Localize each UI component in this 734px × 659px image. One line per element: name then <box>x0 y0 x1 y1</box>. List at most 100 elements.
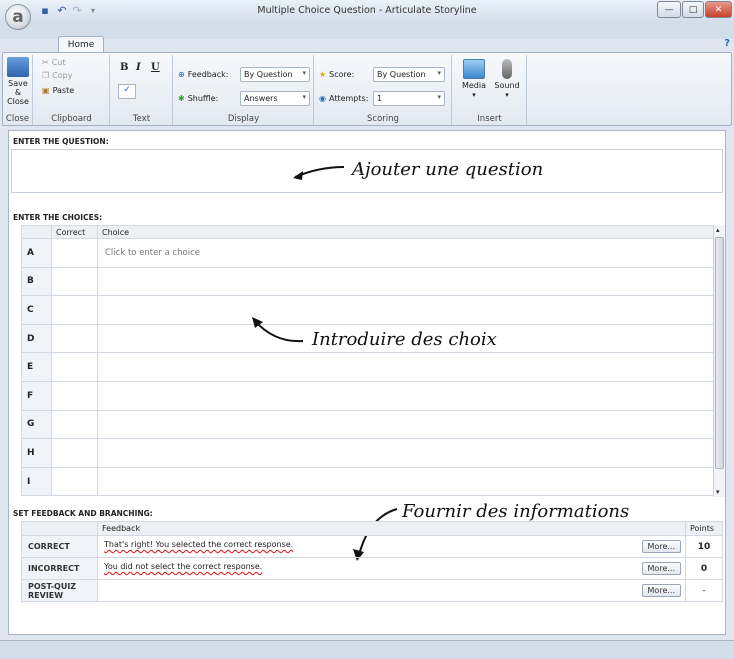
more-button[interactable]: More... <box>641 562 681 575</box>
sound-label: Sound <box>494 81 520 90</box>
status-bar <box>0 640 734 659</box>
score-value: By Question <box>377 70 426 79</box>
points-column-header: Points <box>685 521 723 536</box>
correct-checkbox[interactable] <box>51 295 98 325</box>
chevron-down-icon: ▾ <box>302 69 306 77</box>
feedback-text: You did not select the correct response. <box>104 562 263 571</box>
annotation-question: Ajouter une question <box>352 159 544 180</box>
feedback-input[interactable]: That's right! You selected the correct r… <box>97 535 686 558</box>
bold-button[interactable]: B <box>120 62 128 73</box>
clipboard-group: ✂ Cut ❐ Copy ▣ Paste Clipboard <box>34 55 110 125</box>
choice-letter: I <box>21 466 52 497</box>
choice-column-header: Choice <box>97 225 715 239</box>
feedback-row-label: POST-QUIZ REVIEW <box>21 579 98 602</box>
tab-home[interactable]: Home <box>58 36 104 53</box>
choices-scrollbar[interactable]: ▴ ▾ <box>713 225 725 497</box>
shuffle-dropdown[interactable]: Answers ▾ <box>240 91 310 106</box>
cut-button[interactable]: ✂ Cut <box>42 58 66 67</box>
copy-label: Copy <box>52 71 73 80</box>
feedback-label-row: ⊕ Feedback: <box>178 70 229 79</box>
save-close-label: Save & Close <box>7 79 29 106</box>
points-input[interactable]: - <box>685 579 723 602</box>
correct-checkbox[interactable] <box>51 352 98 382</box>
correct-checkbox[interactable] <box>51 438 98 468</box>
choice-row: A Click to enter a choice <box>21 238 715 268</box>
score-label-row: ★ Score: <box>319 70 354 79</box>
display-group: ⊕ Feedback: By Question ▾ ✱ Shuffle: Answer… <box>174 55 314 125</box>
choice-input[interactable] <box>97 266 715 297</box>
chevron-down-icon: ▾ <box>302 93 306 101</box>
question-section-label: ENTER THE QUESTION: <box>13 137 109 146</box>
maximize-button[interactable]: □ <box>682 1 704 18</box>
correct-checkbox[interactable] <box>51 409 98 440</box>
score-dropdown[interactable]: By Question ▾ <box>373 67 445 82</box>
close-window-button[interactable]: ✕ <box>705 1 732 18</box>
media-button[interactable]: Media ▾ <box>457 59 491 100</box>
chevron-down-icon: ▾ <box>437 69 441 77</box>
more-button[interactable]: More... <box>641 584 681 597</box>
choice-row: H <box>21 438 715 468</box>
choice-row: E <box>21 352 715 382</box>
spellcheck-icon[interactable]: ✓ <box>118 84 136 99</box>
minimize-button[interactable]: — <box>657 1 681 18</box>
feedback-input[interactable]: You did not select the correct response.… <box>97 557 686 580</box>
scroll-down-icon[interactable]: ▾ <box>716 488 720 496</box>
more-button[interactable]: More... <box>641 540 681 553</box>
attempts-icon: ◉ <box>319 94 326 103</box>
choice-letter: F <box>21 380 52 411</box>
correct-checkbox[interactable] <box>51 323 98 354</box>
shuffle-label-row: ✱ Shuffle: <box>178 94 218 103</box>
feedback-row-label: INCORRECT <box>21 557 98 580</box>
paste-button[interactable]: ▣ Paste <box>42 86 74 95</box>
save-close-button[interactable]: Save & Close <box>4 57 32 106</box>
choice-input[interactable] <box>97 295 715 325</box>
underline-button[interactable]: U <box>151 62 160 73</box>
cut-icon: ✂ <box>42 58 49 67</box>
feedback-label-column-header <box>21 521 98 536</box>
choice-input[interactable] <box>97 409 715 440</box>
correct-checkbox[interactable] <box>51 238 98 268</box>
cut-label: Cut <box>51 58 66 67</box>
feedback-input[interactable]: More... <box>97 579 686 602</box>
feedback-header-row: Feedback Points <box>21 521 723 536</box>
ribbon: Save & Close Close ✂ Cut ❐ Copy ▣ Paste Cli… <box>2 52 732 126</box>
title-bar: ▪ ↶ ↷ ▾ Multiple Choice Question - Artic… <box>0 0 734 22</box>
scrollbar-thumb[interactable] <box>715 237 724 469</box>
italic-button[interactable]: I <box>136 62 141 73</box>
question-editor: ENTER THE QUESTION: Ajouter une question… <box>8 130 726 635</box>
insert-group: Media ▾ Sound ▾ Insert <box>453 55 527 125</box>
choice-input[interactable] <box>97 352 715 382</box>
window-title: Multiple Choice Question - Articulate St… <box>257 5 477 16</box>
scoring-group: ★ Score: By Question ▾ ◉ Attempts: 1 ▾ Scori… <box>315 55 452 125</box>
copy-icon: ❐ <box>42 71 50 80</box>
choice-input[interactable]: Click to enter a choice <box>97 238 715 268</box>
correct-checkbox[interactable] <box>51 466 98 497</box>
choice-letter: C <box>21 295 52 325</box>
letter-column-header <box>21 225 52 239</box>
app-menu-button[interactable]: a <box>5 4 31 30</box>
correct-checkbox[interactable] <box>51 380 98 411</box>
points-input[interactable]: 10 <box>685 535 723 558</box>
scroll-up-icon[interactable]: ▴ <box>716 226 720 234</box>
choice-input[interactable] <box>97 438 715 468</box>
attempts-dropdown[interactable]: 1 ▾ <box>373 91 445 106</box>
choice-letter: G <box>21 409 52 440</box>
feedback-dropdown[interactable]: By Question ▾ <box>240 67 310 82</box>
media-icon <box>463 59 485 79</box>
choice-input[interactable] <box>97 380 715 411</box>
choice-letter: D <box>21 323 52 354</box>
feedback-row: CORRECT That's right! You selected the c… <box>21 535 723 558</box>
shuffle-icon: ✱ <box>178 94 185 103</box>
choice-input[interactable] <box>97 466 715 497</box>
text-group: B I U ✓ Text <box>111 55 173 125</box>
insert-group-label: Insert <box>477 114 502 124</box>
choice-letter: A <box>21 238 52 268</box>
points-input[interactable]: 0 <box>685 557 723 580</box>
correct-checkbox[interactable] <box>51 266 98 297</box>
sound-button[interactable]: Sound ▾ <box>491 59 523 100</box>
copy-button[interactable]: ❐ Copy <box>42 71 72 80</box>
attempts-label: Attempts: <box>328 94 369 103</box>
help-icon[interactable]: ? <box>724 38 730 49</box>
feedback-row: INCORRECT You did not select the correct… <box>21 557 723 580</box>
choice-row: G <box>21 409 715 440</box>
